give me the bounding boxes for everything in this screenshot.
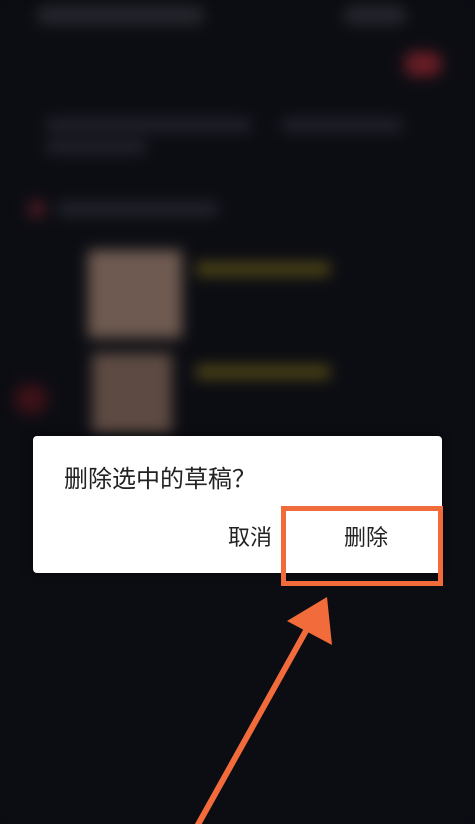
badge-placeholder: [405, 52, 441, 76]
header-action-placeholder: [345, 6, 405, 24]
highlight-box: [281, 506, 443, 586]
draft-thumbnail: [88, 250, 182, 338]
cancel-button[interactable]: 取消: [228, 524, 272, 554]
draft-thumbnail: [92, 353, 172, 433]
header-title-placeholder: [38, 6, 203, 24]
text-line-placeholder: [282, 118, 402, 132]
draft-title-placeholder: [196, 365, 330, 379]
selection-indicator-placeholder: [14, 384, 48, 414]
blurred-background: [0, 0, 475, 824]
draft-title-placeholder: [196, 262, 330, 276]
dialog-message: 删除选中的草稿？: [64, 465, 256, 493]
section-title-placeholder: [58, 202, 218, 216]
text-line-placeholder: [46, 140, 146, 154]
text-line-placeholder: [46, 118, 251, 132]
section-icon-placeholder: [28, 200, 46, 218]
